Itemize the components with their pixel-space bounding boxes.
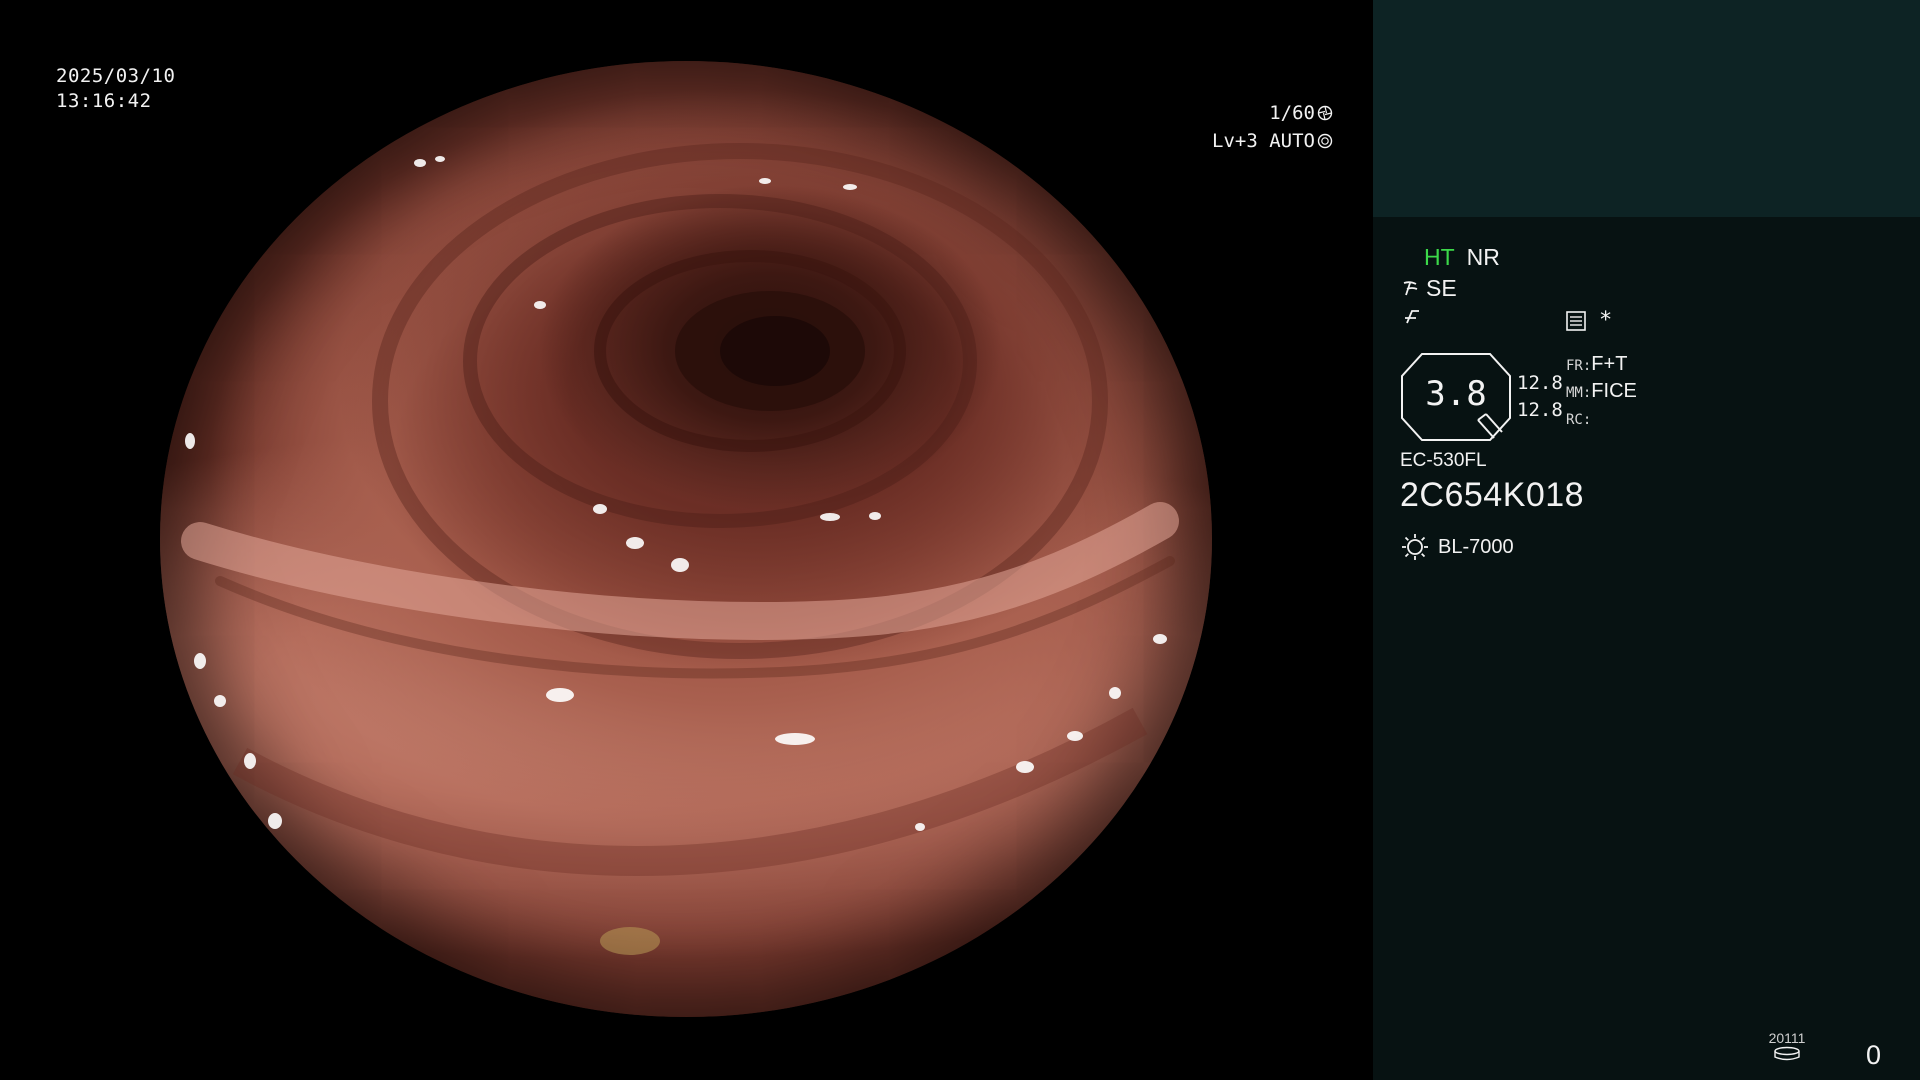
star-marker: * xyxy=(1599,308,1613,333)
endoscope-video-panel: 2025/03/10 13:16:42 1/60 Lv+3 AUTO xyxy=(0,0,1373,1080)
colon-lumen-illustration xyxy=(181,143,1179,955)
freeze-indicator xyxy=(1402,306,1424,328)
aperture-icon xyxy=(1317,105,1333,121)
light-source-icon xyxy=(1402,534,1428,560)
record-number: 20111 xyxy=(1768,1030,1806,1046)
structure-enhance: SE xyxy=(1402,275,1457,302)
param-mm: MM:FICE xyxy=(1566,379,1637,406)
recorder-icon xyxy=(1774,1046,1800,1061)
scope-model: EC-530FL xyxy=(1400,450,1487,471)
param-rc: RC: xyxy=(1566,406,1637,433)
zoom-readout-2: 12.8 xyxy=(1517,399,1563,421)
date-text: 2025/03/10 xyxy=(56,65,176,87)
zoom-readout-1: 12.8 xyxy=(1517,372,1563,394)
param-fr-value: F+T xyxy=(1591,353,1628,375)
exposure-level: Lv+3 AUTO xyxy=(1212,130,1315,152)
param-mm-label: MM: xyxy=(1566,385,1592,401)
settings-indicator: * xyxy=(1565,308,1612,333)
exposure-overlay: 1/60 Lv+3 AUTO xyxy=(1212,99,1333,155)
zoom-value: 3.8 xyxy=(1425,374,1487,414)
datetime-overlay: 2025/03/10 13:16:42 xyxy=(56,64,175,114)
auto-iris-icon xyxy=(1317,133,1333,149)
zoom-readouts: 12.8 12.8 xyxy=(1517,370,1563,424)
mode-ht-label: HT xyxy=(1424,244,1455,270)
image-parameters: FR:F+T MM:FICE RC: xyxy=(1566,352,1637,433)
thumbnail-area xyxy=(1373,0,1920,217)
param-rc-label: RC: xyxy=(1566,412,1592,428)
time-text: 13:16:42 xyxy=(56,90,152,112)
processing-mode: HT NR xyxy=(1424,244,1500,271)
light-source: BL-7000 xyxy=(1400,532,1514,562)
light-source-label: BL-7000 xyxy=(1438,535,1514,558)
structure-enhance-icon xyxy=(1403,280,1418,295)
settings-list-icon xyxy=(1566,310,1586,331)
param-mm-value: FICE xyxy=(1591,380,1637,402)
param-fr-label: FR: xyxy=(1566,358,1592,374)
scope-serial-number: 2C654K018 xyxy=(1400,476,1585,514)
mode-nr-label: NR xyxy=(1466,244,1500,270)
image-counter: 0 xyxy=(1866,1040,1882,1070)
param-fr: FR:F+T xyxy=(1566,352,1637,379)
shutter-speed: 1/60 xyxy=(1269,102,1315,124)
endoscopic-image xyxy=(160,61,1212,1017)
recorder-status: 20111 xyxy=(1762,1030,1812,1062)
freeze-icon xyxy=(1405,310,1419,324)
se-label: SE xyxy=(1426,275,1457,301)
